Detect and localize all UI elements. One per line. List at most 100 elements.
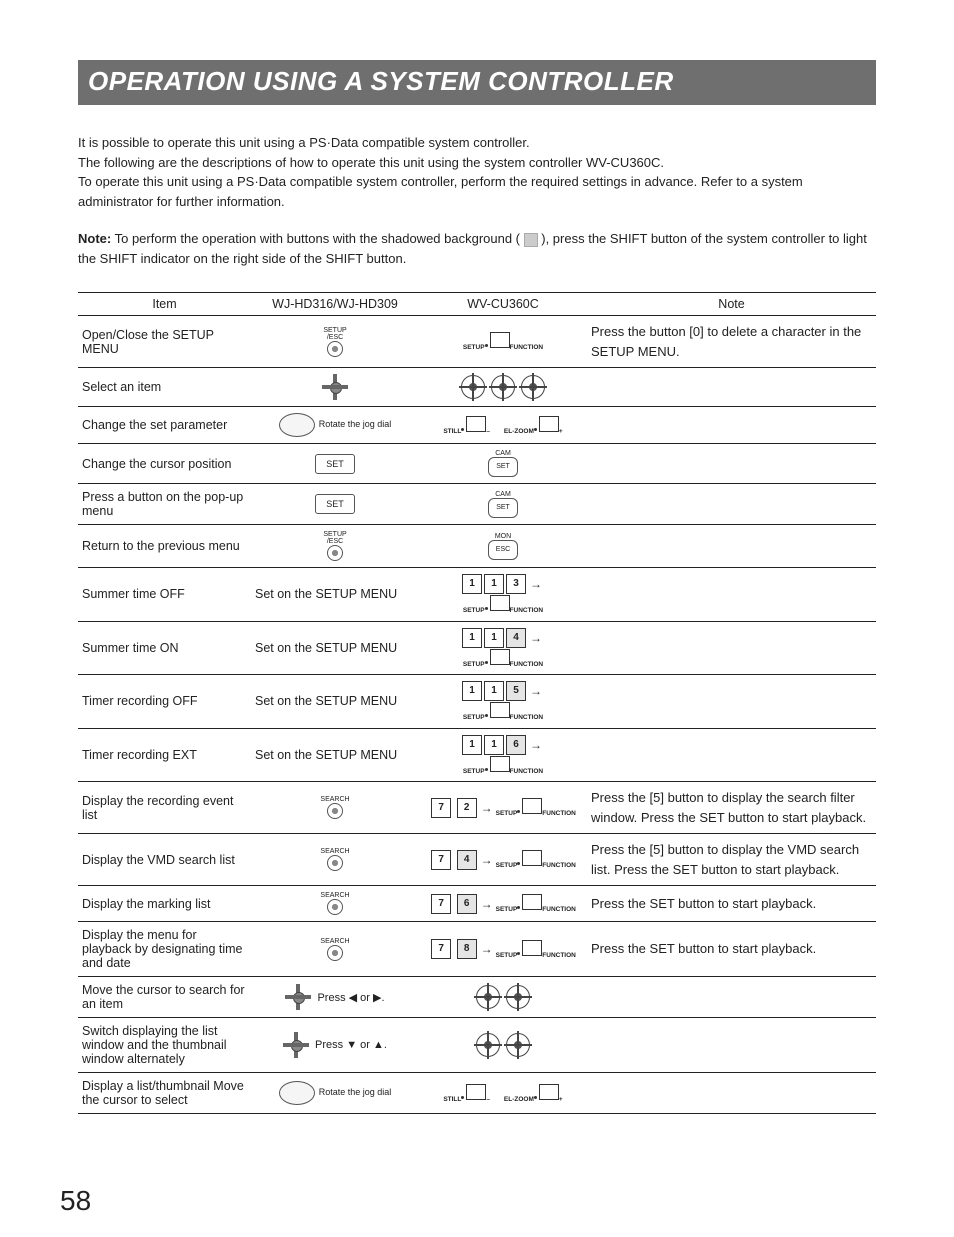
round-button-icon [327, 855, 343, 871]
search-label: SEARCH [320, 892, 349, 899]
col1-cell: Set on the SETUP MENU [251, 568, 419, 622]
function-button-icon: SETUPFUNCTION [463, 331, 543, 352]
intro-text: It is possible to operate this unit usin… [78, 133, 876, 211]
note-cell [587, 368, 876, 407]
setup-esc-label: SETUP /ESC [323, 531, 346, 545]
num-button-shaded: 8 [457, 939, 477, 959]
num-button: 1 [462, 735, 482, 755]
col1-cell: Set on the SETUP MENU [251, 675, 419, 729]
note-cell [587, 675, 876, 729]
function-button-icon: SETUPFUNCTION [463, 701, 543, 722]
col2-cell [419, 977, 587, 1018]
joystick-icon [506, 1033, 530, 1057]
note-cell: Press the button [0] to delete a charact… [587, 316, 876, 368]
table-row: Display a list/thumbnail Move the cursor… [78, 1073, 876, 1114]
intro-line: The following are the descriptions of ho… [78, 153, 876, 173]
col1-cell: Press ▼ or ▲. [251, 1018, 419, 1073]
still-button-icon: STILL– [443, 1083, 490, 1104]
col1-cell: Rotate the jog dial [251, 407, 419, 444]
col1-cell: SEARCH [251, 922, 419, 977]
round-button-icon [327, 803, 343, 819]
table-row: Switch displaying the list window and th… [78, 1018, 876, 1073]
table-row: Select an item [78, 368, 876, 407]
note-cell [587, 525, 876, 568]
arrow-icon: → [481, 897, 493, 911]
operation-table: Item WJ-HD316/WJ-HD309 WV-CU360C Note Op… [78, 292, 876, 1114]
table-row: Timer recording EXT Set on the SETUP MEN… [78, 728, 876, 782]
item-cell: Open/Close the SETUP MENU [78, 316, 251, 368]
press-label: Press ▼ or ▲. [315, 1039, 387, 1051]
shaded-button-icon [524, 233, 538, 247]
col2-cell [419, 1018, 587, 1073]
col2-cell: 7 2→SETUPFUNCTION [419, 782, 587, 834]
dpad-icon [283, 1032, 309, 1058]
num-button: 1 [462, 574, 482, 594]
arrow-icon: → [530, 631, 542, 645]
joystick-icon [476, 985, 500, 1009]
cam-label: CAM [488, 450, 518, 457]
item-cell: Display the VMD search list [78, 834, 251, 886]
dpad-icon [322, 374, 348, 400]
col2-cell: 115→SETUPFUNCTION [419, 675, 587, 729]
col1-cell: Set on the SETUP MENU [251, 728, 419, 782]
esc-pill-icon: ESC [488, 540, 518, 560]
item-cell: Display a list/thumbnail Move the cursor… [78, 1073, 251, 1114]
table-row: Press a button on the pop-up menu SET CA… [78, 484, 876, 525]
joystick-icon [476, 1033, 500, 1057]
note-text: To perform the operation with buttons wi… [115, 231, 524, 246]
still-button-icon: STILL– [443, 415, 490, 436]
table-header-row: Item WJ-HD316/WJ-HD309 WV-CU360C Note [78, 293, 876, 316]
note-cell: Press the [5] button to display the VMD … [587, 834, 876, 886]
table-row: Display the menu for playback by designa… [78, 922, 876, 977]
note-cell: Press the SET button to start playback. [587, 922, 876, 977]
col2-cell: SETUPFUNCTION [419, 316, 587, 368]
num-button: 1 [484, 628, 504, 648]
note-cell [587, 728, 876, 782]
round-button-icon [327, 945, 343, 961]
search-label: SEARCH [320, 796, 349, 803]
num-button-shaded: 4 [506, 628, 526, 648]
num-button-shaded: 6 [457, 894, 477, 914]
num-button: 7 [431, 939, 451, 959]
col2-cell: 7 6→SETUPFUNCTION [419, 886, 587, 922]
round-button-icon [327, 899, 343, 915]
arrow-icon: → [530, 577, 542, 591]
col1-cell: SEARCH [251, 886, 419, 922]
function-button-icon: SETUPFUNCTION [463, 648, 543, 669]
arrow-icon: → [530, 738, 542, 752]
num-button: 7 [431, 850, 451, 870]
arrow-icon: → [481, 942, 493, 956]
note-cell [587, 621, 876, 675]
note-cell [587, 568, 876, 622]
col2-cell: CAMSET [419, 484, 587, 525]
item-cell: Return to the previous menu [78, 525, 251, 568]
col2-cell: 116→SETUPFUNCTION [419, 728, 587, 782]
note-cell [587, 977, 876, 1018]
header-col1: WJ-HD316/WJ-HD309 [251, 293, 419, 316]
item-cell: Change the cursor position [78, 444, 251, 484]
num-button: 1 [484, 574, 504, 594]
jog-dial-icon [279, 1081, 315, 1105]
item-cell: Summer time OFF [78, 568, 251, 622]
set-pill-icon: SET [488, 457, 518, 477]
num-button: 1 [484, 681, 504, 701]
joystick-icon [506, 985, 530, 1009]
note-label: Note: [78, 231, 111, 246]
jog-label: Rotate the jog dial [319, 1088, 392, 1098]
round-button-icon [327, 341, 343, 357]
table-row: Move the cursor to search for an item Pr… [78, 977, 876, 1018]
set-pill-icon: SET [488, 498, 518, 518]
col1-cell: Press ◀ or ▶. [251, 977, 419, 1018]
col1-cell: SEARCH [251, 834, 419, 886]
col1-cell [251, 368, 419, 407]
jog-label: Rotate the jog dial [319, 420, 392, 430]
item-cell: Timer recording EXT [78, 728, 251, 782]
col1-cell: SETUP /ESC [251, 316, 419, 368]
item-cell: Change the set parameter [78, 407, 251, 444]
table-row: Return to the previous menu SETUP /ESC M… [78, 525, 876, 568]
col2-cell: MONESC [419, 525, 587, 568]
num-button: 7 [431, 798, 451, 818]
header-col2: WV-CU360C [419, 293, 587, 316]
col2-cell [419, 368, 587, 407]
table-row: Display the marking list SEARCH 7 6→SETU… [78, 886, 876, 922]
